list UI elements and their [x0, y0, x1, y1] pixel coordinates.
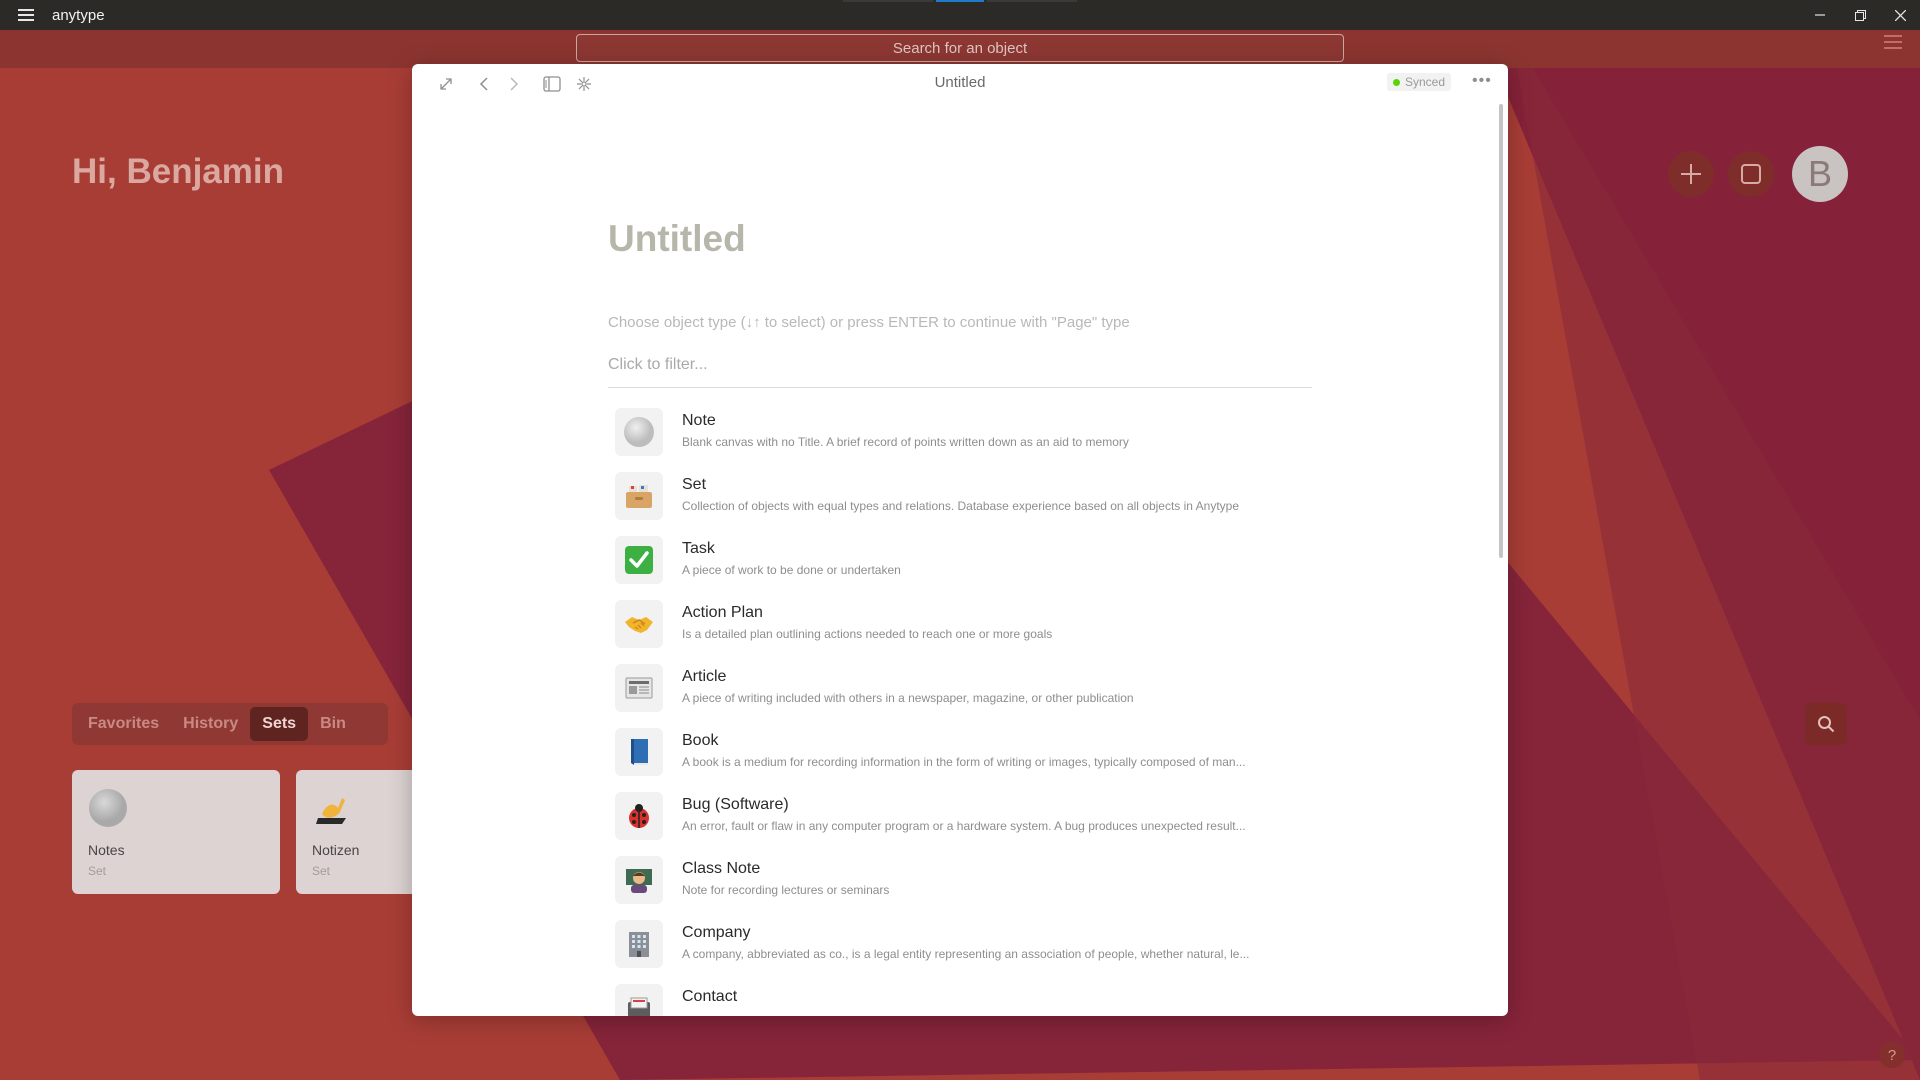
tab-favorites[interactable]: Favorites — [76, 707, 171, 741]
search-input[interactable]: Search for an object — [576, 34, 1344, 62]
card-type: Set — [312, 864, 331, 878]
tab-indicator — [987, 0, 1077, 2]
card-title: Notizen — [312, 842, 360, 858]
type-name: Note — [682, 412, 716, 429]
newspaper-icon — [615, 664, 663, 712]
grey-circle-icon — [615, 408, 663, 456]
sidebar-menu-icon[interactable] — [1884, 41, 1902, 43]
list-item[interactable]: Bug (Software) An error, fault or flaw i… — [615, 790, 1315, 854]
type-name: Task — [682, 540, 715, 557]
list-item[interactable]: Company A company, abbreviated as co., i… — [615, 918, 1315, 982]
scrollbar[interactable] — [1499, 104, 1503, 558]
set-card[interactable]: Notes Set — [72, 770, 280, 894]
tab-indicator-active — [936, 0, 984, 2]
dashboard-tabs: Favorites History Sets Bin — [72, 703, 388, 745]
square-icon — [1741, 164, 1761, 184]
plus-icon — [1681, 164, 1701, 184]
type-name: Article — [682, 668, 727, 685]
top-bar: Search for an object — [0, 30, 1920, 68]
greeting: Hi, Benjamin — [72, 152, 284, 191]
list-item[interactable]: Article A piece of writing included with… — [615, 662, 1315, 726]
help-button[interactable]: ? — [1879, 1042, 1905, 1068]
type-description: A piece of work to be done or undertaken — [682, 563, 901, 577]
dashboard-search-button[interactable] — [1805, 703, 1847, 745]
filter-placeholder: Click to filter... — [608, 356, 708, 373]
close-icon[interactable] — [1880, 0, 1920, 30]
type-description: Collection of objects with equal types a… — [682, 499, 1240, 513]
handshake-icon — [615, 600, 663, 648]
filter-input[interactable]: Click to filter... — [608, 354, 1312, 388]
sync-status-badge[interactable]: Synced — [1387, 73, 1452, 91]
type-name: Set — [682, 476, 707, 493]
type-description: Is a detailed plan outlining actions nee… — [682, 627, 1053, 641]
type-description: Note for recording lectures or seminars — [682, 883, 890, 897]
teacher-icon — [615, 856, 663, 904]
add-object-button[interactable] — [1668, 151, 1714, 197]
card-type: Set — [88, 864, 107, 878]
tab-bin[interactable]: Bin — [308, 707, 358, 741]
type-description: A piece of writing included with others … — [682, 691, 1134, 705]
title-bar: anytype — [0, 0, 1920, 30]
sync-status-label: Synced — [1405, 75, 1446, 89]
card-title: Notes — [88, 842, 125, 858]
type-name: Company — [682, 924, 751, 941]
grey-circle-icon — [89, 789, 127, 827]
type-hint: Choose object type (↓↑ to select) or pre… — [608, 314, 1130, 331]
hamburger-menu-icon[interactable] — [0, 0, 52, 30]
tab-indicator — [843, 0, 933, 2]
popup-header: Untitled Synced ••• — [412, 64, 1508, 102]
object-popup: Untitled Synced ••• Untitled Choose obje… — [412, 64, 1508, 1016]
type-name: Bug (Software) — [682, 796, 789, 813]
list-item[interactable]: Contact — [615, 982, 1315, 1016]
card-file-box-icon — [615, 472, 663, 520]
sync-dot-icon — [1393, 78, 1400, 86]
restore-icon[interactable] — [1840, 0, 1880, 30]
address-book-icon — [615, 984, 663, 1016]
tab-history[interactable]: History — [171, 707, 250, 741]
check-mark-icon — [615, 536, 663, 584]
type-description: An error, fault or flaw in any computer … — [682, 819, 1246, 833]
app-name: anytype — [52, 6, 105, 24]
page-title[interactable]: Untitled — [608, 218, 746, 260]
list-item[interactable]: Task A piece of work to be done or under… — [615, 534, 1315, 598]
popup-title: Untitled — [934, 74, 986, 91]
dashboard-actions: B — [1668, 146, 1848, 202]
object-type-list: Note Blank canvas with no Title. A brief… — [615, 406, 1315, 1016]
office-building-icon — [615, 920, 663, 968]
ladybug-icon — [615, 792, 663, 840]
type-name: Contact — [682, 988, 738, 1005]
list-item[interactable]: Set Collection of objects with equal typ… — [615, 470, 1315, 534]
tab-sets[interactable]: Sets — [250, 707, 309, 741]
type-description: A book is a medium for recording informa… — [682, 755, 1246, 769]
minimize-icon[interactable] — [1800, 0, 1840, 30]
store-button[interactable] — [1728, 151, 1774, 197]
type-name: Action Plan — [682, 604, 763, 621]
list-item[interactable]: Note Blank canvas with no Title. A brief… — [615, 406, 1315, 470]
search-icon — [1818, 716, 1835, 733]
type-name: Class Note — [682, 860, 761, 877]
type-name: Book — [682, 732, 719, 749]
list-item[interactable]: Action Plan Is a detailed plan outlining… — [615, 598, 1315, 662]
writing-hand-icon — [316, 798, 346, 824]
type-description: Blank canvas with no Title. A brief reco… — [682, 435, 1129, 449]
list-item[interactable]: Book A book is a medium for recording in… — [615, 726, 1315, 790]
avatar[interactable]: B — [1792, 146, 1848, 202]
more-options-icon[interactable]: ••• — [1472, 72, 1492, 90]
type-description: A company, abbreviated as co., is a lega… — [682, 947, 1250, 961]
list-item[interactable]: Class Note Note for recording lectures o… — [615, 854, 1315, 918]
blue-book-icon — [615, 728, 663, 776]
